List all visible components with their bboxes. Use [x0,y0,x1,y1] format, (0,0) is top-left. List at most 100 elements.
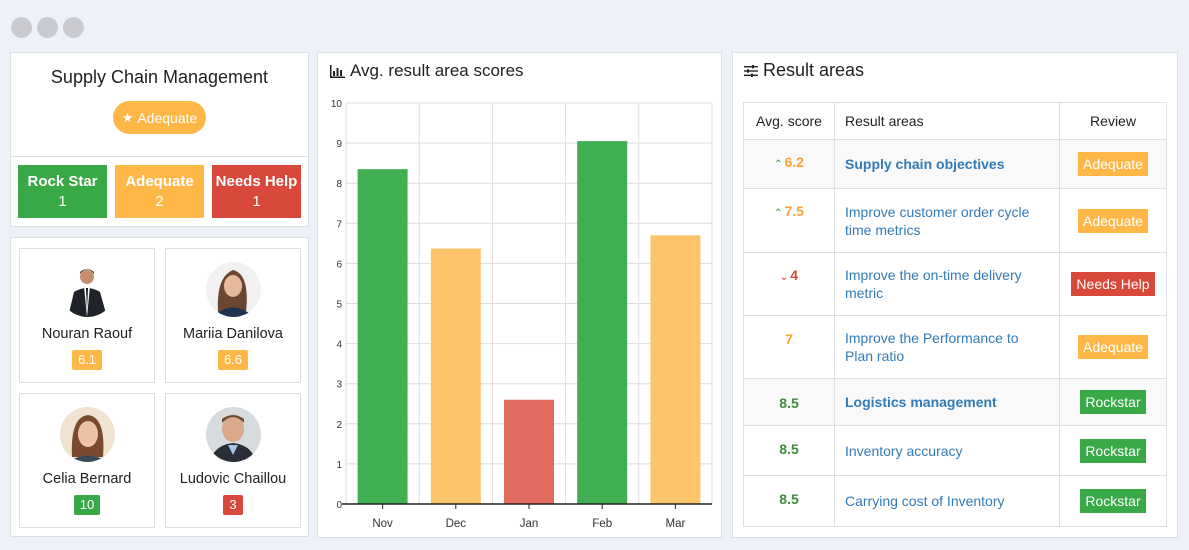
y-tick-label: 3 [336,380,342,391]
count-label: Needs Help [215,173,298,190]
result-areas-title: Result areas [744,60,864,81]
review-cell: Adequate [1059,315,1167,379]
review-cell: Rockstar [1059,425,1167,476]
bar-nov[interactable] [357,169,408,504]
avg-score-cell: 8.5 [743,425,835,476]
y-tick-label: 8 [336,179,342,190]
avatar [59,262,115,317]
trend-up-icon: ⌃ [774,208,783,219]
avg-score-value: 7.5 [784,203,804,219]
avg-score-cell: 8.5 [743,475,835,527]
avg-score-value: 4 [790,267,799,283]
count-value: 1 [252,193,261,210]
review-cell: Rockstar [1059,378,1167,426]
avatar [59,407,115,462]
avg-score-cell: ⌃ 7.5 [743,188,835,253]
review-badge[interactable]: Rockstar [1080,489,1146,513]
review-cell: Adequate [1059,188,1167,253]
window-controls [11,17,84,38]
column-header-result-areas[interactable]: Result areas [834,102,1060,140]
avatar-image [59,262,115,317]
avatar [205,407,261,462]
review-badge[interactable]: Adequate [1078,335,1148,359]
review-badge[interactable]: Adequate [1078,152,1148,176]
result-area-link[interactable]: Carrying cost of Inventory [834,475,1060,527]
overall-status-badge: ★ Adequate [112,101,207,134]
result-area-link[interactable]: Logistics management [834,378,1060,426]
avg-score-cell: 8.5 [743,378,835,426]
summary-panel: Supply Chain Management ★ Adequate Rock … [10,52,309,227]
count-value: 1 [58,193,67,210]
count-label: Adequate [125,173,194,190]
person-score-badge: 6.6 [217,350,249,370]
person-score-badge: 6.1 [71,350,103,370]
window-minimize-button[interactable] [37,17,58,38]
person-card[interactable]: Celia Bernard 10 [19,393,155,528]
y-tick-label: 1 [336,460,342,471]
trend-up-icon: ⌃ [774,159,783,170]
y-tick-label: 2 [336,420,342,431]
x-tick-label: Nov [372,518,393,530]
table-row[interactable]: ⌃ 7.5 Improve customer order cycle time me… [743,188,1167,253]
person-score-badge: 10 [73,495,101,515]
result-area-link[interactable]: Improve customer order cycle time metric… [834,188,1060,253]
table-header-row: Avg. score Result areas Review [743,102,1167,140]
bar-mar[interactable] [650,235,701,504]
column-header-avg-score[interactable]: Avg. score [743,102,835,140]
review-badge[interactable]: Rockstar [1080,438,1146,463]
app-window: Supply Chain Management ★ Adequate Rock … [0,0,1189,550]
person-card[interactable]: Nouran Raouf 6.1 [19,248,155,383]
x-tick-label: Mar [665,518,685,530]
table-row[interactable]: ⌄ 4 Improve the on-time delivery metric Nee… [743,252,1167,316]
table-row[interactable]: 8.5 Carrying cost of Inventory Rockstar [743,475,1167,527]
x-tick-label: Jan [520,518,539,530]
count-label: Rock Star [27,173,98,190]
star-icon: ★ [121,109,134,125]
result-area-link[interactable]: Supply chain objectives [834,139,1060,189]
summary-title: Supply Chain Management [50,67,269,87]
person-card[interactable]: Ludovic Chaillou 3 [165,393,301,528]
person-name: Celia Bernard [42,471,132,487]
y-tick-label: 5 [336,300,342,311]
result-area-link[interactable]: Inventory accuracy [834,425,1060,476]
y-tick-label: 10 [331,99,343,110]
review-badge[interactable]: Adequate [1078,208,1148,233]
avg-score-value: 8.5 [779,491,799,507]
person-card[interactable]: Mariia Danilova 6.6 [165,248,301,383]
table-row[interactable]: 8.5 Logistics management Rockstar [743,378,1167,426]
bar-chart: 0 1 2 3 4 5 6 7 8 9 10 Nov Dec Jan Feb Mar [331,99,713,530]
y-tick-label: 0 [336,500,342,511]
avatar-image [59,407,115,462]
bar-feb[interactable] [577,141,628,504]
window-maximize-button[interactable] [63,17,84,38]
bar-jan[interactable] [504,399,554,504]
avg-score-value: 6.2 [784,154,804,170]
avg-score-value: 8.5 [779,395,799,411]
result-areas-table: Avg. score Result areas Review ⌃ 6.2 Suppl… [743,102,1167,527]
table-row[interactable]: ⌃ 6.2 Supply chain objectives Adequate [743,139,1167,189]
avg-score-value: 8.5 [779,441,799,457]
count-adequate[interactable]: Adequate 2 [115,165,204,218]
bar-dec[interactable] [430,248,481,504]
sliders-icon [744,64,758,77]
y-tick-label: 7 [336,219,342,230]
column-header-review[interactable]: Review [1059,102,1167,140]
result-area-link[interactable]: Improve the Performance to Plan ratio [834,315,1060,379]
table-row[interactable]: 8.5 Inventory accuracy Rockstar [743,425,1167,476]
avg-score-cell: ⌃ 6.2 [743,139,835,189]
count-needs-help[interactable]: Needs Help 1 [212,165,301,218]
window-close-button[interactable] [11,17,32,38]
count-rock-star[interactable]: Rock Star 1 [18,165,107,218]
result-area-link[interactable]: Improve the on-time delivery metric [834,252,1060,316]
review-cell: Rockstar [1059,475,1167,527]
avg-score-cell: 7 [743,315,835,379]
review-badge[interactable]: Needs Help [1071,272,1155,296]
review-badge[interactable]: Rockstar [1080,390,1146,414]
avatar-image [205,407,261,462]
y-tick-label: 6 [336,259,342,270]
result-areas-title-text: Result areas [763,60,865,80]
avatar-image [205,262,261,317]
avatar [205,262,261,317]
table-row[interactable]: 7 Improve the Performance to Plan ratio Ad… [743,315,1167,379]
person-name: Mariia Danilova [183,326,283,342]
